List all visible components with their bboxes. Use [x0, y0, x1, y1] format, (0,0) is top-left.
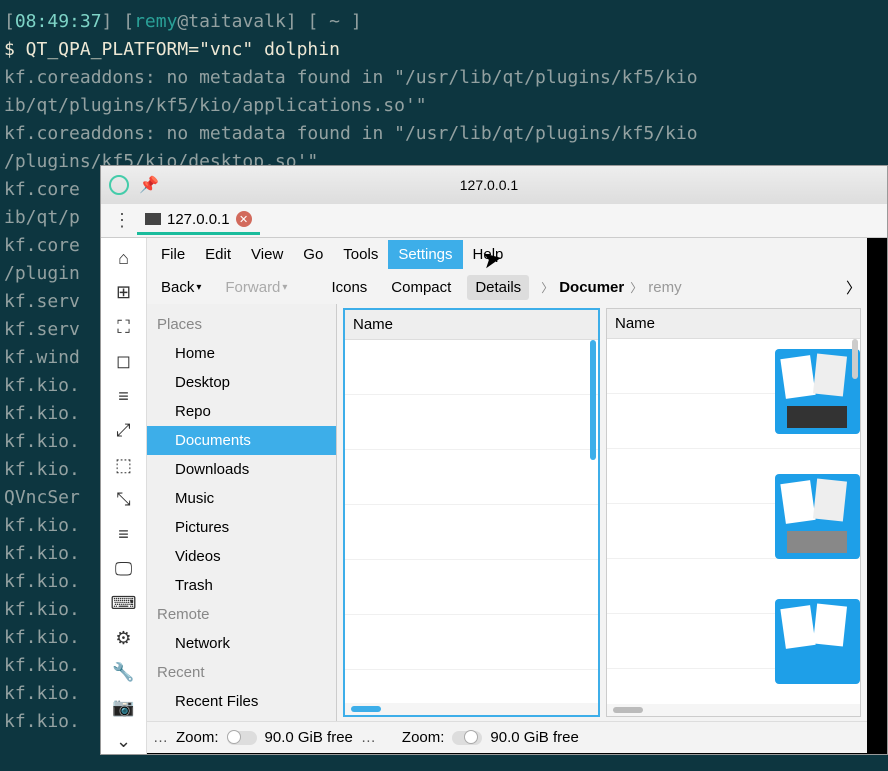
list-item[interactable] — [345, 505, 598, 560]
places-item-home[interactable]: Home — [147, 339, 336, 368]
view-compact-button[interactable]: Compact — [383, 275, 459, 300]
status-info: … — [361, 729, 376, 746]
zoom-slider[interactable] — [452, 731, 482, 745]
list-item[interactable] — [345, 340, 598, 395]
places-item-music[interactable]: Music — [147, 484, 336, 513]
places-item-desktop[interactable]: Desktop — [147, 368, 336, 397]
toolbar: Back▾ Forward▾ Icons Compact Details 〉 D… — [147, 270, 867, 304]
menu-go[interactable]: Go — [293, 240, 333, 269]
list-item[interactable] — [345, 450, 598, 505]
folder-thumbnail[interactable] — [775, 474, 860, 559]
breadcrumb-forward-icon[interactable]: 〉 — [846, 277, 861, 298]
places-item-repo[interactable]: Repo — [147, 397, 336, 426]
horizontal-scrollbar[interactable] — [607, 704, 860, 716]
screen-icon — [145, 213, 161, 225]
tab-menu-icon[interactable]: ⋮ — [107, 206, 137, 235]
menu-settings[interactable]: Settings — [388, 240, 462, 269]
disk-free: 90.0 GiB free — [265, 729, 353, 746]
places-item-videos[interactable]: Videos — [147, 542, 336, 571]
fullscreen-icon[interactable]: ⛶ — [110, 315, 138, 340]
tab-label: 127.0.0.1 — [167, 211, 230, 228]
resize-icon[interactable]: ⤢ — [110, 419, 138, 444]
column-header-name[interactable]: Name — [607, 309, 860, 339]
vnc-window: 📌 127.0.0.1 ⋮ 127.0.0.1 ✕ ⌂ ⊞ ⛶ ◻ ≡ ⤢ ⬚ … — [100, 165, 888, 755]
breadcrumb-next[interactable]: remy — [648, 279, 681, 296]
vertical-scrollbar[interactable] — [852, 339, 858, 379]
breadcrumb-sep-icon: 〉 — [541, 279, 553, 296]
places-item-recent-locations[interactable]: Recent Locations — [147, 716, 336, 721]
places-item-documents[interactable]: Documents — [147, 426, 336, 455]
settings-icon[interactable]: ⚙ — [110, 626, 138, 651]
wrench-icon[interactable]: 🔧 — [110, 660, 138, 685]
list-item[interactable] — [345, 615, 598, 670]
right-pane[interactable]: Name 〉 〉 〉 — [606, 308, 861, 717]
monitor-icon[interactable]: 🖵 — [110, 557, 138, 582]
tab-strip: ⋮ 127.0.0.1 ✕ — [101, 204, 887, 238]
vnc-titlebar[interactable]: 📌 127.0.0.1 — [101, 166, 887, 204]
pin-icon[interactable]: 📌 — [139, 175, 159, 195]
menu-edit[interactable]: Edit — [195, 240, 241, 269]
breadcrumb-sep-icon: 〉 — [630, 279, 642, 296]
places-item-pictures[interactable]: Pictures — [147, 513, 336, 542]
terminal-home: ~ — [329, 11, 340, 32]
home-icon[interactable]: ⌂ — [110, 246, 138, 271]
menu-help[interactable]: Help — [463, 240, 514, 269]
places-item-downloads[interactable]: Downloads — [147, 455, 336, 484]
places-item-trash[interactable]: Trash — [147, 571, 336, 600]
disk-free: 90.0 GiB free — [490, 729, 578, 746]
camera-icon[interactable]: 📷 — [110, 695, 138, 720]
tab-connection[interactable]: 127.0.0.1 ✕ — [137, 207, 260, 235]
menu-bar: File Edit View Go Tools Settings Help — [147, 238, 867, 270]
terminal-host: taitavalk — [188, 11, 286, 32]
horizontal-scrollbar[interactable] — [345, 703, 598, 715]
expand-icon[interactable]: ⤡ — [110, 488, 138, 513]
left-pane[interactable]: Name — [343, 308, 600, 717]
scale-icon[interactable]: ⬚ — [110, 453, 138, 478]
recent-section: Recent — [147, 658, 336, 687]
view-icons-button[interactable]: Icons — [323, 275, 375, 300]
zoom-slider[interactable] — [227, 731, 257, 745]
list-item[interactable] — [345, 560, 598, 615]
view-details-button[interactable]: Details — [467, 275, 529, 300]
terminal-cmd: $ QT_QPA_PLATFORM="vnc" dolphin — [4, 39, 340, 60]
fit-icon[interactable]: ◻ — [110, 350, 138, 375]
vnc-app-icon — [109, 175, 129, 195]
status-info: … — [153, 729, 168, 746]
vertical-scrollbar[interactable] — [590, 340, 596, 460]
terminal-user: remy — [134, 11, 177, 32]
places-section: Places — [147, 310, 336, 339]
forward-button[interactable]: Forward▾ — [217, 275, 295, 300]
remote-screen[interactable]: File Edit View Go Tools Settings Help Ba… — [147, 238, 887, 754]
file-list[interactable] — [345, 340, 598, 703]
places-item-recent-files[interactable]: Recent Files — [147, 687, 336, 716]
menu-file[interactable]: File — [151, 240, 195, 269]
remote-section: Remote — [147, 600, 336, 629]
file-list[interactable]: 〉 〉 〉 — [607, 339, 860, 704]
zoom-label: Zoom: — [176, 729, 219, 746]
menu2-icon[interactable]: ≡ — [110, 522, 138, 547]
tab-close-icon[interactable]: ✕ — [236, 211, 252, 227]
places-panel: Places HomeDesktopRepoDocumentsDownloads… — [147, 304, 337, 721]
vnc-toolbar: ⌂ ⊞ ⛶ ◻ ≡ ⤢ ⬚ ⤡ ≡ 🖵 ⌨ ⚙ 🔧 📷 ⌄ — [101, 238, 147, 754]
places-item-network[interactable]: Network — [147, 629, 336, 658]
menu-tools[interactable]: Tools — [333, 240, 388, 269]
status-bar: … Zoom: 90.0 GiB free … Zoom: 90.0 GiB f… — [147, 721, 867, 753]
grid-plus-icon[interactable]: ⊞ — [110, 281, 138, 306]
terminal-time: 08:49:37 — [15, 11, 102, 32]
menu-lines-icon[interactable]: ≡ — [110, 384, 138, 409]
back-button[interactable]: Back▾ — [153, 275, 209, 300]
list-item[interactable] — [345, 395, 598, 450]
vnc-title: 127.0.0.1 — [159, 177, 819, 193]
dolphin-window: File Edit View Go Tools Settings Help Ba… — [147, 238, 867, 753]
breadcrumb[interactable]: 〉 Documer 〉 remy — [541, 279, 681, 296]
breadcrumb-current[interactable]: Documer — [559, 279, 624, 296]
keyboard-icon[interactable]: ⌨ — [110, 591, 138, 616]
column-header-name[interactable]: Name — [345, 310, 598, 340]
chevron-down-icon[interactable]: ⌄ — [110, 729, 138, 754]
menu-view[interactable]: View — [241, 240, 293, 269]
folder-thumbnail[interactable] — [775, 599, 860, 684]
zoom-label: Zoom: — [402, 729, 445, 746]
folder-thumbnail[interactable] — [775, 349, 860, 434]
